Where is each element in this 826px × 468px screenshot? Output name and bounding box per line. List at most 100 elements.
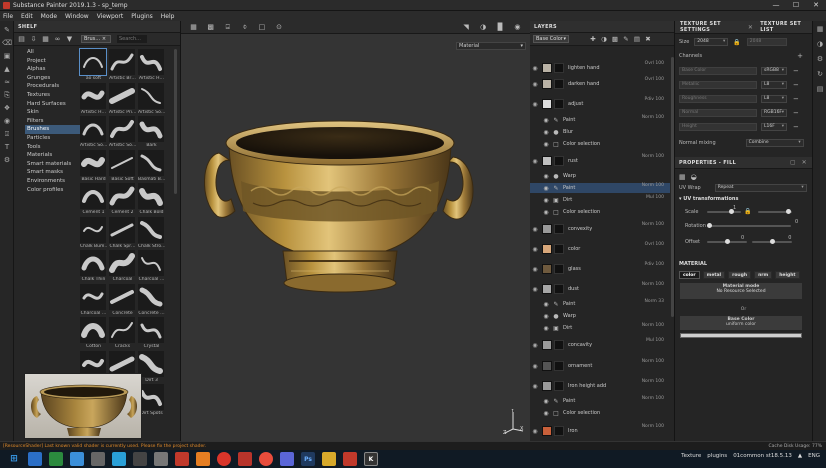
brush-tile[interactable]: Artistic So… bbox=[109, 116, 136, 150]
brush-tile[interactable]: Cotton bbox=[80, 317, 107, 351]
projection-icon[interactable]: ▣ bbox=[2, 52, 12, 60]
visibility-eye-icon[interactable]: ◉ bbox=[542, 410, 550, 417]
visibility-eye-icon[interactable]: ◉ bbox=[542, 117, 550, 124]
maximize-button[interactable]: ☐ bbox=[786, 0, 806, 11]
visibility-eye-icon[interactable]: ◉ bbox=[530, 363, 540, 370]
layer-blend-opacity[interactable]: Norm 33 bbox=[645, 299, 664, 305]
brush-tile[interactable]: Dirt 3 bbox=[138, 350, 165, 385]
scale-slider[interactable] bbox=[707, 208, 741, 214]
visibility-eye-icon[interactable]: ◉ bbox=[542, 398, 550, 405]
filter-icon[interactable]: ▼ bbox=[65, 35, 74, 43]
shelf-scrollbar[interactable] bbox=[174, 49, 177, 194]
menu-viewport[interactable]: Viewport bbox=[97, 13, 124, 20]
layer-effect-row[interactable]: ◉ ▣ Dirt Norm 100 bbox=[530, 323, 670, 333]
link-icon[interactable]: ∞ bbox=[53, 35, 62, 43]
layer-blend-opacity[interactable]: Ovrl 100 bbox=[645, 77, 664, 83]
brush-tile[interactable]: Concrete bbox=[109, 283, 136, 318]
layer-blend-opacity[interactable]: Norm 100 bbox=[642, 424, 664, 430]
brush-tile[interactable]: Charcoal … bbox=[80, 283, 107, 318]
symmetry-icon[interactable]: ⍈ bbox=[223, 23, 232, 32]
layer-blend-opacity[interactable]: Pdiv 100 bbox=[644, 262, 664, 268]
brush-tile[interactable]: Chalk Bold bbox=[138, 183, 165, 217]
brush-tile[interactable]: Chalk Spr… bbox=[109, 216, 136, 251]
add-folder-icon[interactable]: ▤ bbox=[633, 35, 641, 43]
taskbar-app-6-icon[interactable] bbox=[133, 452, 147, 466]
channel-select[interactable]: Base Color bbox=[533, 35, 569, 43]
paint-brush-icon[interactable]: ✎ bbox=[2, 26, 12, 34]
tray-texture[interactable]: Texture bbox=[681, 453, 701, 459]
visibility-eye-icon[interactable]: ◉ bbox=[542, 301, 550, 308]
menu-help[interactable]: Help bbox=[161, 13, 175, 20]
layers-scrollbar[interactable] bbox=[671, 57, 674, 317]
category-item[interactable]: Project bbox=[25, 57, 85, 66]
layer-blend-opacity[interactable]: Norm 100 bbox=[642, 183, 664, 189]
brush-tile[interactable]: Cracks bbox=[109, 317, 136, 351]
add-effect-icon[interactable]: ✚ bbox=[589, 35, 597, 43]
layer-effect-row[interactable]: ◉ ▣ Dirt Mul 100 bbox=[530, 195, 670, 205]
delete-layer-icon[interactable]: ✖ bbox=[644, 35, 652, 43]
layer-row[interactable]: ◉ glass Pdiv 100 bbox=[530, 262, 670, 276]
size-select[interactable]: 2048 bbox=[694, 38, 729, 46]
bake-icon[interactable]: ◉ bbox=[2, 117, 12, 125]
layer-blend-opacity[interactable]: Norm 100 bbox=[642, 323, 664, 329]
shelf-filter-tag[interactable]: Brus… × bbox=[81, 35, 111, 43]
new-folder-icon[interactable]: ▤ bbox=[17, 35, 26, 43]
taskbar-app-8-icon[interactable] bbox=[175, 452, 189, 466]
brush-tile[interactable]: Chalk Stro… bbox=[138, 216, 165, 251]
taskbar-photoshop-icon[interactable]: Ps bbox=[301, 452, 315, 466]
viewport-3d[interactable]: ▦ ▩ ⍈ ⌽ □ ⊙ ◥ ◑ ▉ ◉ Material ▾ Y Z X bbox=[24, 21, 530, 441]
menu-edit[interactable]: Edit bbox=[21, 13, 33, 20]
brush-tile[interactable]: Basic Hard bbox=[80, 149, 107, 184]
grid-view-icon[interactable]: ▦ bbox=[41, 35, 50, 43]
layer-row[interactable]: ◉ rust Norm 100 bbox=[530, 154, 670, 168]
camera-icon[interactable]: ▉ bbox=[496, 23, 505, 32]
offset-u-slider[interactable] bbox=[707, 239, 747, 244]
layer-row[interactable]: ◉ adjust Pdiv 100 bbox=[530, 97, 670, 111]
brush-tile[interactable]: Basic Soft bbox=[109, 149, 136, 184]
brush-tile[interactable]: Artistic So… bbox=[138, 82, 165, 117]
close-properties-icon[interactable]: ✕ bbox=[802, 159, 807, 166]
settings-icon[interactable]: ⚙ bbox=[2, 156, 12, 164]
fill-sphere-icon[interactable]: ◒ bbox=[691, 173, 697, 181]
visibility-eye-icon[interactable]: ◉ bbox=[542, 173, 550, 180]
add-mask-icon[interactable]: ◑ bbox=[600, 35, 608, 43]
history-icon[interactable]: ↻ bbox=[815, 70, 825, 79]
channel-format-select[interactable]: sRGB8 bbox=[761, 67, 787, 75]
menu-window[interactable]: Window bbox=[65, 13, 89, 20]
taskbar-folder-icon[interactable] bbox=[322, 452, 336, 466]
grid-icon[interactable]: ▦ bbox=[189, 23, 198, 32]
smudge-icon[interactable]: ≈ bbox=[2, 78, 12, 86]
material-height-button[interactable]: height bbox=[775, 271, 800, 279]
layer-row[interactable]: ◉ Iron Norm 100 bbox=[530, 424, 670, 438]
taskbar-app-2-icon[interactable] bbox=[49, 452, 63, 466]
taskbar-chrome-icon[interactable] bbox=[217, 452, 231, 466]
visibility-eye-icon[interactable]: ◉ bbox=[530, 286, 540, 293]
brush-tile[interactable]: Dirt Spots bbox=[138, 384, 165, 418]
channel-format-select[interactable]: L16F bbox=[761, 123, 787, 131]
layer-blend-opacity[interactable]: Norm 100 bbox=[642, 222, 664, 228]
taskbar-app-1-icon[interactable] bbox=[28, 452, 42, 466]
taskbar-app-4-icon[interactable] bbox=[91, 452, 105, 466]
taskbar-app-16-icon[interactable] bbox=[343, 452, 357, 466]
visibility-eye-icon[interactable]: ◉ bbox=[542, 313, 550, 320]
channel-format-select[interactable]: L8 bbox=[761, 81, 787, 89]
layer-effect-row[interactable]: ◉ ● Warp bbox=[530, 171, 670, 181]
viewport-mode-select[interactable]: Material bbox=[456, 42, 526, 50]
visibility-eye-icon[interactable]: ◉ bbox=[542, 141, 550, 148]
channel-format-select[interactable]: L8 bbox=[761, 95, 787, 103]
layer-blend-opacity[interactable]: Norm 100 bbox=[642, 396, 664, 402]
layer-row[interactable]: ◉ dust Norm 100 bbox=[530, 282, 670, 296]
minimize-button[interactable]: — bbox=[766, 0, 786, 11]
remove-channel-icon[interactable]: − bbox=[793, 109, 799, 117]
close-tab-icon[interactable]: ✕ bbox=[746, 24, 755, 31]
windows-start-icon[interactable]: ⊞ bbox=[7, 452, 21, 466]
camera-reset-icon[interactable]: ⊙ bbox=[274, 23, 283, 32]
brush-tile[interactable]: Concrete … bbox=[138, 283, 165, 318]
layer-effect-row[interactable]: ◉ ✎ Paint Norm 33 bbox=[530, 299, 670, 309]
fill-grid-icon[interactable]: ▦ bbox=[679, 173, 686, 181]
category-item[interactable]: Textures bbox=[25, 91, 85, 100]
close-button[interactable]: ✕ bbox=[806, 0, 826, 11]
visibility-eye-icon[interactable]: ◉ bbox=[530, 101, 540, 108]
menu-plugins[interactable]: Plugins bbox=[131, 13, 153, 20]
layer-blend-opacity[interactable]: Ovrl 100 bbox=[645, 61, 664, 67]
